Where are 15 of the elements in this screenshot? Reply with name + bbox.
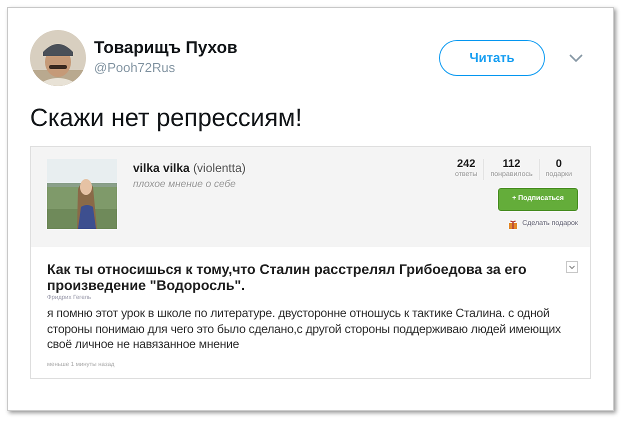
stat-value: 242 [456,158,476,170]
tweet-text: Скажи нет репрессиям! [30,103,304,134]
profile-status: плохое мнение о себе [133,178,237,192]
dropdown-icon[interactable] [566,260,578,272]
profile-name[interactable]: vilka vilka [133,160,190,174]
chevron-icon[interactable] [569,53,583,63]
question-text: Как ты относишься к тому,что Сталин расстрелял Грибоедова за его произведение "Водоросль". [47,260,527,294]
author-name[interactable]: Товарищъ Пухов [94,38,439,58]
gift-icon [508,218,518,229]
profile-username: (violentta) [193,160,246,174]
stat-value: 0 [554,158,563,170]
stat-value: 112 [502,158,522,170]
follow-button[interactable]: Читать [439,40,545,76]
answer-text: я помню этот урок в школе по литературе. двусторонне отношусь к тактике Сталина. с одной стороны понимаю для чего это было сделано,с другой стороны поддерживаю людей имеющих своё личное не навязанное мнение [47,306,562,353]
author-handle[interactable]: @Pooh72Rus [94,58,439,78]
